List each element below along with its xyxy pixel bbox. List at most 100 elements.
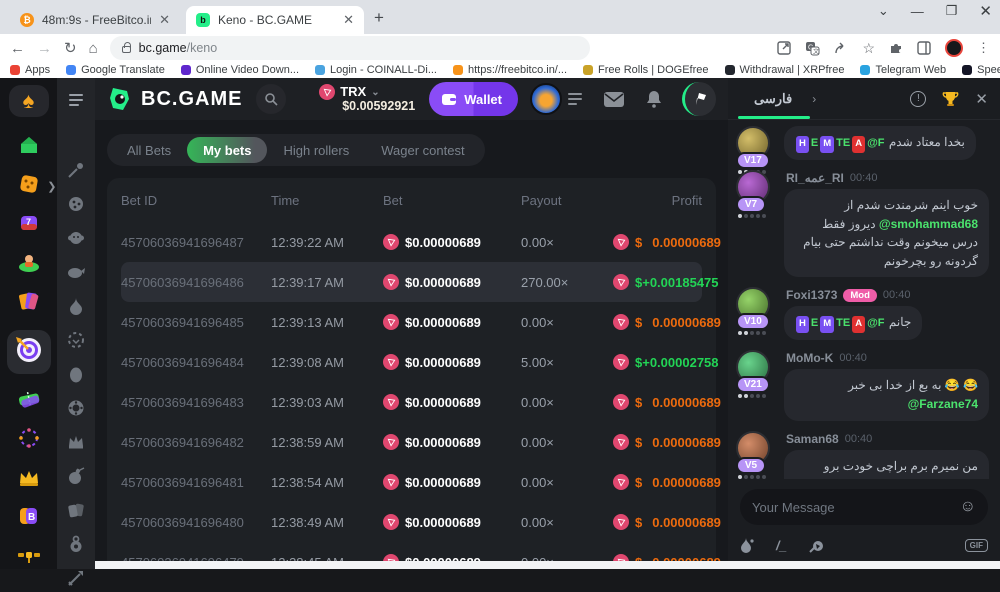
bookmark-item[interactable]: Speedtest by Ookla...	[962, 64, 1000, 76]
home-button[interactable]: ⌂	[89, 40, 98, 57]
user-avatar[interactable]	[530, 83, 562, 115]
emoji-picker-icon[interactable]: ☺	[960, 498, 976, 516]
message-bubble[interactable]: بخدا معتاد شدم @FATEMEH	[784, 126, 976, 160]
mention-letter-tiles[interactable]: @FATEMEH	[795, 135, 886, 149]
sidebar-collapse-icon[interactable]	[69, 94, 83, 106]
category-item-ring[interactable]	[66, 332, 86, 352]
message-bubble[interactable]: من نمیرم برم براچی خودت برو @Behrooz68	[784, 450, 989, 479]
browser-tab-keno[interactable]: b Keno - BC.GAME ✕	[186, 6, 364, 34]
bookmark-item[interactable]: Apps	[10, 64, 50, 76]
account-menu-icon[interactable]	[568, 93, 582, 105]
rain-drop-icon[interactable]	[740, 537, 754, 553]
tab-close-icon[interactable]: ✕	[343, 12, 354, 28]
search-button[interactable]	[256, 84, 286, 114]
bookmark-item[interactable]: Online Video Down...	[181, 64, 299, 76]
category-item-dart[interactable]	[66, 570, 86, 590]
extensions-puzzle-icon[interactable]	[889, 41, 903, 55]
back-button[interactable]: ←	[10, 40, 25, 57]
restore-button[interactable]: ❐	[946, 3, 958, 19]
category-item-whale[interactable]	[66, 264, 86, 284]
notifications-bell-icon[interactable]	[646, 90, 662, 108]
bookmark-item[interactable]: Google Translate	[66, 64, 165, 76]
sidebar-item-bonus[interactable]: B	[17, 506, 41, 530]
trophy-icon[interactable]	[942, 91, 959, 107]
mail-icon[interactable]	[604, 92, 624, 107]
translate-icon[interactable]: G文	[805, 41, 820, 56]
user-mention[interactable]: @smohammad68	[879, 217, 978, 231]
table-row[interactable]: 4570603694169648212:38:59 AM$0.000006890…	[121, 422, 702, 462]
category-item-amulet[interactable]	[66, 536, 86, 556]
table-row[interactable]: 4570603694169648412:39:08 AM$0.000006895…	[121, 342, 702, 382]
table-row[interactable]: 4570603694169648312:39:03 AM$0.000006890…	[121, 382, 702, 422]
mention-letter-tiles[interactable]: @FATEMEH	[795, 315, 886, 329]
chat-close-icon[interactable]: ✕	[975, 90, 988, 108]
category-item-bomb[interactable]	[66, 468, 86, 488]
bookmark-item[interactable]: Login - COINALL-Di...	[315, 64, 437, 76]
bets-tab-all-bets[interactable]: All Bets	[111, 137, 187, 163]
chat-language-tab[interactable]: فارسی	[740, 91, 806, 107]
open-window-icon[interactable]	[777, 41, 791, 55]
username[interactable]: RI_عمه_RI	[786, 171, 844, 185]
username[interactable]: Saman68	[786, 432, 839, 446]
browser-menu-icon[interactable]: ⋮	[977, 40, 990, 56]
bets-tab-high-rollers[interactable]: High rollers	[267, 137, 365, 163]
sidebar-item-crown[interactable]	[17, 467, 41, 491]
bookmark-item[interactable]: Free Rolls | DOGEfree	[583, 64, 708, 76]
message-bubble[interactable]: 😂 😂 به بع از خدا بی خبر @Farzane74	[784, 369, 989, 420]
address-bar[interactable]: bc.game/keno	[110, 36, 590, 60]
bookmark-item[interactable]: https://freebitco.in/...	[453, 64, 567, 76]
username[interactable]: MoMo-K	[786, 351, 833, 365]
chat-commands-icon[interactable]: /_	[776, 538, 787, 553]
currency-selector[interactable]: TRX ⌄ $0.00592921	[319, 84, 415, 114]
category-item-splash[interactable]	[66, 298, 86, 318]
table-row[interactable]: 4570603694169648712:39:22 AM$0.000006890…	[121, 222, 702, 262]
gif-picker-icon[interactable]: GIF	[965, 539, 988, 552]
share-icon[interactable]	[834, 41, 848, 55]
coin-drop-icon[interactable]	[809, 538, 825, 553]
table-row[interactable]: 4570603694169648612:39:17 AM$0.000006892…	[121, 262, 702, 302]
chevron-right-icon[interactable]: ›	[812, 92, 816, 106]
chat-rules-info-icon[interactable]: !	[910, 91, 926, 107]
tab-close-icon[interactable]: ✕	[159, 12, 170, 28]
category-item-ball[interactable]	[66, 196, 86, 216]
table-row[interactable]: 4570603694169648012:38:49 AM$0.000006890…	[121, 502, 702, 542]
sidebar-item-promotions[interactable]	[17, 291, 41, 315]
category-item-chip[interactable]	[66, 400, 86, 420]
sidebar-item-roulette[interactable]	[17, 428, 41, 452]
browser-tab-freebitco[interactable]: ₿ 48m:9s - FreeBitco.in - Win free b... …	[10, 6, 180, 34]
casino-spade-icon[interactable]: ♠	[9, 85, 49, 117]
user-mention[interactable]: @Farzane74	[908, 397, 978, 411]
bookmark-item[interactable]: Telegram Web	[860, 64, 946, 76]
minimize-button[interactable]: —	[911, 4, 924, 19]
horizontal-scrollbar[interactable]	[95, 561, 1000, 569]
sidebar-item-home[interactable]	[17, 135, 41, 159]
message-bubble[interactable]: جانم @FATEMEH	[784, 306, 922, 340]
browser-profile-avatar[interactable]	[945, 39, 963, 57]
message-input-pill[interactable]: ☺	[740, 489, 988, 525]
forward-button[interactable]: →	[37, 40, 52, 57]
sidebar-item-live-casino[interactable]	[17, 252, 41, 276]
reload-button[interactable]: ↻	[64, 39, 77, 57]
category-item-crown2[interactable]	[66, 434, 86, 454]
bookmark-star-icon[interactable]: ☆	[862, 40, 875, 57]
bcgame-logo-icon[interactable]	[107, 86, 133, 112]
wallet-button[interactable]: Wallet	[429, 82, 518, 116]
category-item-comet[interactable]	[66, 162, 86, 182]
table-row[interactable]: 4570603694169648512:39:13 AM$0.000006890…	[121, 302, 702, 342]
category-item-egg[interactable]	[66, 366, 86, 386]
bets-tab-my-bets[interactable]: My bets	[187, 137, 267, 163]
category-item-cards[interactable]	[66, 502, 86, 522]
window-close-button[interactable]: ✕	[979, 2, 992, 20]
bookmark-item[interactable]: Withdrawal | XRPfree	[725, 64, 845, 76]
sidebar-item-ticket[interactable]	[17, 389, 41, 413]
sidebar-item-keno-target[interactable]	[7, 330, 51, 374]
sidebar-item-affiliate[interactable]	[17, 545, 41, 569]
category-item-monkey[interactable]	[66, 230, 86, 250]
chat-toggle-button[interactable]	[682, 82, 716, 116]
bets-tab-wager-contest[interactable]: Wager contest	[365, 137, 480, 163]
tab-search-icon[interactable]: ⌄	[878, 3, 889, 19]
brand-title[interactable]: BC.GAME	[141, 88, 242, 111]
table-row[interactable]: 4570603694169648112:38:54 AM$0.000006890…	[121, 462, 702, 502]
message-bubble[interactable]: خوب اینم شرمندت شدم از @smohammad68 دیرو…	[784, 189, 989, 277]
sidebar-item-dice[interactable]: ❯	[17, 174, 41, 198]
